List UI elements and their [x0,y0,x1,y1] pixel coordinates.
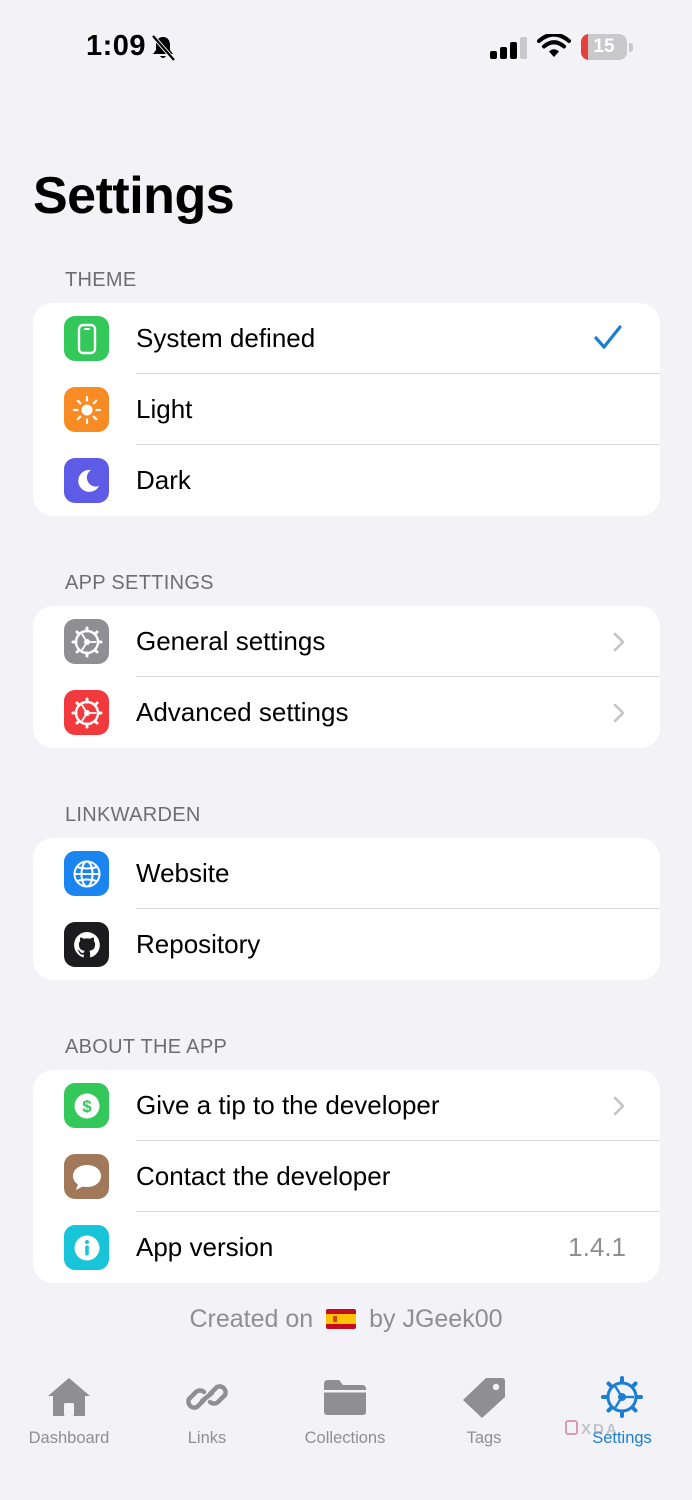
status-time: 1:09 [86,30,147,62]
website-label: Website [136,858,230,888]
contact-developer-label: Contact the developer [136,1161,391,1191]
battery-level: 15 [593,36,615,57]
svg-text:$: $ [82,1097,92,1116]
spain-flag-icon [326,1309,357,1329]
cellular-signal-icon [490,37,527,59]
theme-option-light[interactable]: Light [33,374,660,445]
bell-slash-icon [151,34,176,62]
tab-dashboard[interactable]: Dashboard [9,1375,129,1465]
svg-text:XDA: XDA [581,1421,619,1438]
general-settings-row[interactable]: General settings [33,606,660,677]
contact-developer-row[interactable]: Contact the developer [33,1141,660,1212]
linkwarden-group: Website Repository [33,838,660,980]
repository-label: Repository [136,929,261,959]
tip-developer-label: Give a tip to the developer [136,1090,440,1120]
app-version-row: App version 1.4.1 [33,1212,660,1283]
repository-row[interactable]: Repository [33,909,660,980]
app-settings-group: General settings Advanced settings [33,606,660,748]
tab-label: Links [187,1429,227,1447]
gear-icon [64,619,109,664]
website-row[interactable]: Website [33,838,660,909]
about-group: $ Give a tip to the developer Contact th… [33,1070,660,1283]
moon-icon [64,458,109,503]
battery-icon: 15 [581,34,633,60]
theme-option-dark[interactable]: Dark [33,445,660,516]
wifi-icon [537,34,571,57]
status-bar: 1:09 15 [0,0,692,90]
page-title: Settings [33,167,235,225]
advanced-settings-label: Advanced settings [136,697,349,727]
theme-option-label: Dark [136,465,191,495]
tab-links[interactable]: Links [147,1375,267,1465]
chevron-right-icon [613,1096,625,1116]
theme-option-label: Light [136,394,193,424]
footer-prefix: Created on [189,1305,314,1333]
theme-option-system[interactable]: System defined [33,303,660,374]
chevron-right-icon [613,632,625,652]
tab-tags[interactable]: Tags [424,1375,544,1465]
section-header-app-settings: APP SETTINGS [65,572,214,594]
sun-icon [64,387,109,432]
theme-option-label: System defined [136,323,316,353]
xda-watermark-logo: XDA [565,1420,619,1438]
app-version-value: 1.4.1 [568,1232,626,1262]
footer-credit: Created on by JGeek00 [0,1305,692,1334]
folder-icon [324,1380,366,1415]
section-header-linkwarden: LINKWARDEN [65,804,201,826]
dollar-icon: $ [64,1083,109,1128]
tip-developer-row[interactable]: $ Give a tip to the developer [33,1070,660,1141]
gear-icon [64,690,109,735]
message-bubble-icon [64,1154,109,1199]
tab-collections[interactable]: Collections [285,1375,405,1465]
checkmark-icon [594,325,622,349]
tab-label: Collections [304,1429,386,1447]
globe-icon [64,851,109,896]
iphone-icon [64,316,109,361]
tab-label: Dashboard [28,1429,110,1447]
gear-icon [601,1376,643,1418]
section-header-theme: THEME [65,269,137,291]
section-header-about: ABOUT THE APP [65,1036,228,1058]
advanced-settings-row[interactable]: Advanced settings [33,677,660,748]
general-settings-label: General settings [136,626,326,656]
app-version-label: App version [136,1232,274,1262]
footer-suffix: by JGeek00 [369,1305,503,1333]
theme-group: System defined Light Dark [33,303,660,516]
github-icon [64,922,109,967]
tag-icon [463,1378,505,1418]
link-icon [186,1384,228,1410]
chevron-right-icon [613,703,625,723]
house-icon [48,1378,90,1416]
info-icon [64,1225,109,1270]
tab-label: Tags [466,1429,502,1447]
